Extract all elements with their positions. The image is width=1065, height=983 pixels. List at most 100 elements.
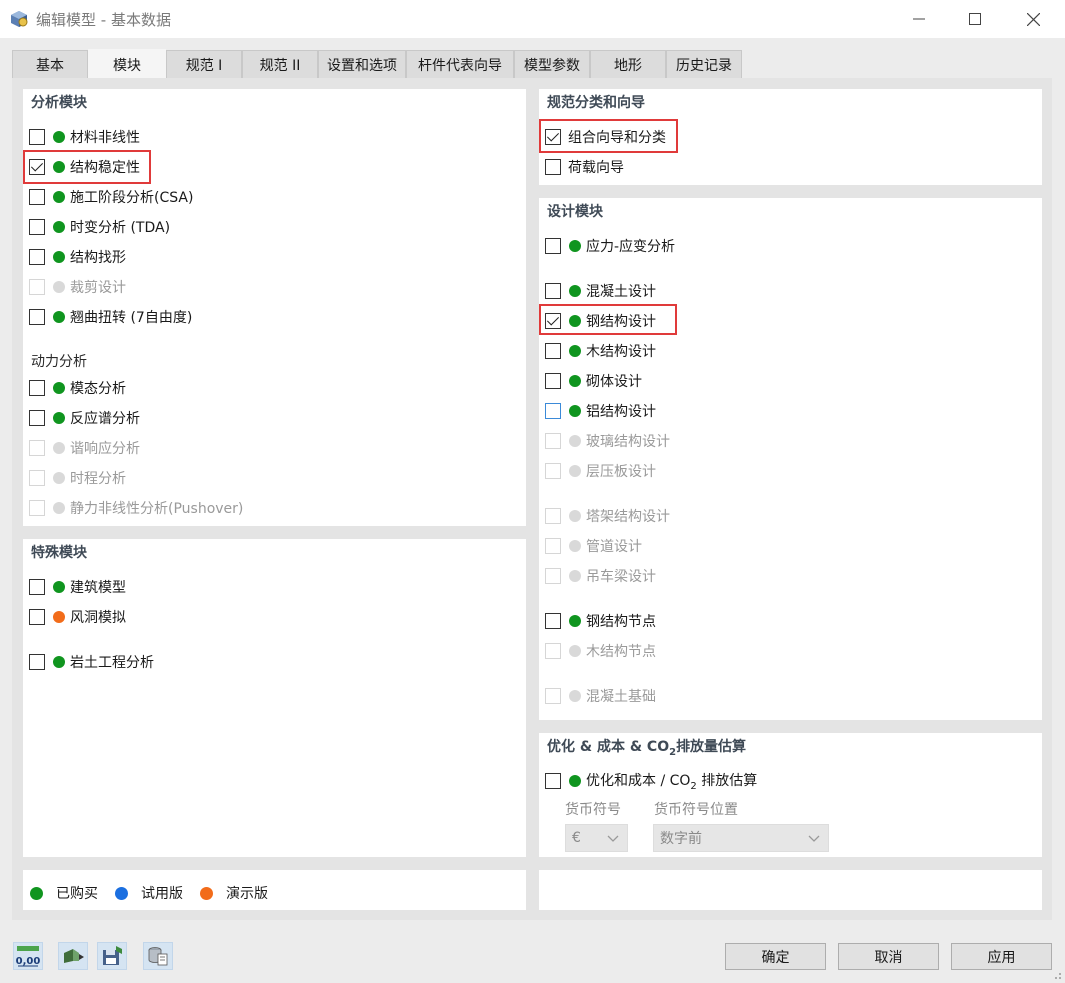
status-dot	[569, 510, 581, 522]
module-row-harmonic-response: 谐响应分析	[29, 437, 140, 459]
status-dot	[115, 886, 128, 900]
close-icon	[1026, 12, 1040, 26]
tab-label: 地形	[614, 57, 642, 74]
module-row-stress-strain[interactable]: 应力-应变分析	[545, 235, 675, 257]
database-button[interactable]	[143, 942, 173, 970]
checkbox[interactable]	[29, 609, 45, 625]
apply-button[interactable]: 应用	[951, 943, 1052, 970]
module-label: 应力-应变分析	[586, 239, 676, 255]
legend-demo: 演示版	[200, 883, 268, 903]
tab-basic[interactable]: 基本	[12, 50, 88, 78]
checkbox[interactable]	[29, 380, 45, 396]
checkbox	[545, 433, 561, 449]
tab-modules[interactable]: 模块	[88, 49, 166, 79]
checkbox[interactable]	[545, 159, 561, 175]
minimize-button[interactable]	[891, 0, 947, 38]
status-dot	[53, 656, 65, 668]
checkbox	[545, 568, 561, 584]
module-row-aluminum-design[interactable]: 铝结构设计	[545, 400, 656, 422]
checkbox[interactable]	[545, 403, 561, 419]
cancel-button[interactable]: 取消	[838, 943, 939, 970]
checkbox	[545, 538, 561, 554]
checkbox[interactable]	[545, 283, 561, 299]
checkbox[interactable]	[545, 613, 561, 629]
module-row-cutting-patterns: 裁剪设计	[29, 276, 126, 298]
module-label: 翘曲扭转 (7自由度)	[70, 310, 193, 326]
database-copy-icon	[148, 947, 168, 966]
tab-terrain[interactable]: 地形	[590, 50, 666, 78]
status-dot	[53, 442, 65, 454]
module-label: 建筑模型	[70, 580, 126, 596]
checkbox[interactable]	[29, 410, 45, 426]
module-label: 层压板设计	[586, 464, 656, 480]
tab-label: 模块	[113, 57, 141, 74]
analysis-modules-title: 分析模块	[31, 95, 87, 111]
module-row-construction-stages[interactable]: 施工阶段分析(CSA)	[29, 186, 193, 208]
currency-position-value: 数字前	[660, 831, 702, 847]
close-button[interactable]	[1005, 0, 1061, 38]
load-wizard-row[interactable]: 荷载向导	[545, 156, 624, 178]
module-label: 风洞模拟	[70, 610, 126, 626]
tab-standards-2[interactable]: 规范 II	[242, 50, 318, 78]
app-cube-icon	[11, 11, 28, 27]
module-row-time-dependent[interactable]: 时变分析 (TDA)	[29, 216, 170, 238]
checkbox[interactable]	[29, 249, 45, 265]
module-row-steel-joints[interactable]: 钢结构节点	[545, 610, 656, 632]
chevron-down-icon	[607, 835, 619, 842]
checkbox[interactable]	[545, 773, 561, 789]
tab-standards-1[interactable]: 规范 I	[166, 50, 242, 78]
module-row-material-nonlinear[interactable]: 材料非线性	[29, 126, 140, 148]
apply-button-label: 应用	[987, 949, 1016, 966]
module-label: 铝结构设计	[586, 404, 656, 420]
module-label: 时程分析	[70, 471, 126, 487]
resize-grip-icon[interactable]	[1052, 970, 1062, 980]
module-row-masonry-design[interactable]: 砌体设计	[545, 370, 642, 392]
checkbox	[29, 279, 45, 295]
module-row-building-model[interactable]: 建筑模型	[29, 576, 126, 598]
legend-label: 试用版	[141, 886, 183, 902]
ok-button-label: 确定	[761, 949, 790, 966]
tab-model-parameters[interactable]: 模型参数	[514, 50, 590, 78]
module-row-modal[interactable]: 模态分析	[29, 377, 126, 399]
currency-position-select: 数字前	[653, 824, 829, 852]
module-row-pushover: 静力非线性分析(Pushover)	[29, 497, 243, 519]
tab-settings-options[interactable]: 设置和选项	[318, 50, 406, 78]
checkbox[interactable]	[29, 309, 45, 325]
checkbox[interactable]	[29, 129, 45, 145]
tab-member-wizard[interactable]: 杆件代表向导	[406, 50, 514, 78]
module-row-geotechnical[interactable]: 岩土工程分析	[29, 651, 154, 673]
module-row-form-finding[interactable]: 结构找形	[29, 246, 126, 268]
tab-label: 设置和选项	[327, 57, 397, 74]
checkbox[interactable]	[545, 343, 561, 359]
checkbox[interactable]	[29, 579, 45, 595]
checkbox[interactable]	[29, 654, 45, 670]
zero-text: 0,00	[16, 956, 41, 967]
maximize-button[interactable]	[947, 0, 1003, 38]
module-label: 木结构设计	[586, 344, 656, 360]
highlight-combination-wizard	[539, 119, 678, 153]
checkbox[interactable]	[545, 373, 561, 389]
module-row-response-spectrum[interactable]: 反应谱分析	[29, 407, 140, 429]
status-dot	[569, 615, 581, 627]
checkbox[interactable]	[545, 238, 561, 254]
module-row-torsional-warping[interactable]: 翘曲扭转 (7自由度)	[29, 306, 192, 328]
save-template-button[interactable]	[97, 942, 127, 970]
units-button[interactable]: 0,00	[13, 942, 43, 970]
module-row-wind-simulation[interactable]: 风洞模拟	[29, 606, 126, 628]
module-row-timber-design[interactable]: 木结构设计	[545, 340, 656, 362]
status-dot	[569, 465, 581, 477]
tab-label: 基本	[36, 57, 64, 74]
tab-history[interactable]: 历史记录	[666, 50, 742, 78]
tab-label: 杆件代表向导	[418, 57, 502, 74]
module-label: 吊车梁设计	[586, 569, 656, 585]
chevron-down-icon	[808, 835, 820, 842]
checkbox[interactable]	[29, 189, 45, 205]
status-dot	[53, 221, 65, 233]
checkbox[interactable]	[29, 219, 45, 235]
ok-button[interactable]: 确定	[725, 943, 826, 970]
module-row-concrete-design[interactable]: 混凝土设计	[545, 280, 656, 302]
export-button[interactable]	[58, 942, 88, 970]
module-label: 裁剪设计	[70, 280, 126, 296]
module-row-optimization[interactable]: 优化和成本 / CO2 排放估算	[545, 770, 757, 792]
design-modules-title: 设计模块	[547, 204, 603, 220]
